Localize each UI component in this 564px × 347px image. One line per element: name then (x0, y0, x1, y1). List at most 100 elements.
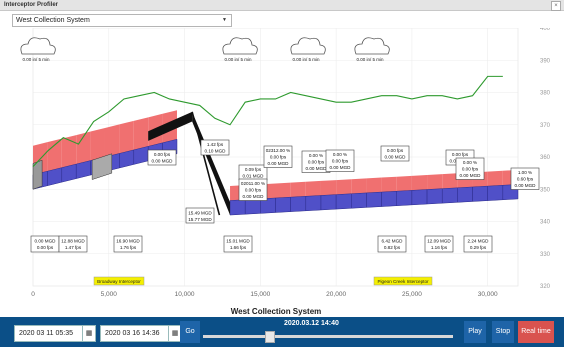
hgl-segment (119, 120, 134, 154)
flow-box-line: 12.88 MGD (61, 239, 85, 244)
hgl-segment (133, 117, 149, 150)
end-date-value: 2020 03 16 14:36 (105, 330, 160, 337)
flow-box-line: 0.00 fps (308, 160, 325, 165)
mid-flow-box: 15.49 MGD15.77 MGD (185, 207, 215, 224)
flow-box-line: 1.66 fps (230, 245, 247, 250)
play-button[interactable]: Play (464, 321, 486, 343)
flow-box-line: 2.24 MGD (468, 239, 490, 244)
flow-box-line: 15.77 MGD (188, 217, 212, 222)
window-titlebar: Interceptor Profiler × (0, 0, 564, 11)
x-tick-label: 0 (31, 291, 35, 298)
pipe-segment (472, 185, 488, 202)
flow-box-line: 02011.00 % (241, 181, 265, 186)
x-tick-label: 25,000 (402, 291, 422, 298)
x-axis-label: West Collection System (231, 307, 322, 316)
playback-bar: 2020 03 11 05:35 ▦ 2020 03 16 14:36 ▦ Go… (0, 317, 564, 347)
pipe-segment (411, 189, 428, 206)
flow-box-line: 12.09 MGD (427, 239, 451, 244)
hgl-segment (336, 179, 352, 195)
pipe-segment (290, 196, 307, 212)
hgl-segment (366, 177, 382, 193)
flow-box-line: 0.00 fps (387, 148, 404, 153)
time-slider-track[interactable] (203, 335, 453, 338)
flow-box: 16.90 MGD1.76 fps (113, 235, 143, 253)
x-tick-label: 10,000 (175, 291, 195, 298)
flow-box: 02312.00 % 0.00 fps0.00 MGD (263, 145, 293, 168)
hgl-segment (396, 175, 412, 192)
flow-box-line: 1.16 fps (431, 245, 448, 250)
hgl-segment (351, 178, 367, 194)
hgl-segment (320, 180, 337, 196)
flow-box: 12.88 MGD1.47 fps (58, 235, 88, 253)
flow-box: 0.00 % 0.00 fps0.00 MGD (325, 149, 355, 172)
y-tick-label: 380 (540, 91, 551, 97)
flow-box-line: 0.00 fps (462, 167, 479, 172)
end-date-input[interactable]: 2020 03 16 14:36 (100, 325, 170, 342)
flow-box: 15.01 MGD1.66 fps (223, 235, 253, 253)
flow-box-line: 0.00 fps (452, 152, 469, 157)
pipe-segment (366, 191, 382, 208)
flow-box: 0.00 fps 0.00 MGD (380, 145, 410, 162)
x-tick-label: 5,000 (101, 291, 118, 298)
window-title: Interceptor Profiler (4, 2, 59, 8)
flow-box-line: 0.82 fps (384, 245, 401, 250)
system-select-value: West Collection System (16, 17, 90, 24)
pipe-segment (426, 188, 443, 205)
realtime-button[interactable]: Real time (518, 321, 554, 343)
flow-box: 0.09 fps 0.01 MGD (238, 164, 268, 181)
hgl-segment (442, 173, 458, 189)
y-tick-label: 390 (540, 58, 551, 64)
current-time-label: 2020.03.12 14:40 (284, 320, 339, 327)
flow-box-line: 0.00 MGD (243, 194, 265, 199)
start-date-input[interactable]: 2020 03 11 05:35 (14, 325, 84, 342)
system-select[interactable]: West Collection System ▼ (12, 14, 232, 27)
hgl-segment (104, 124, 120, 157)
close-icon[interactable]: × (551, 1, 561, 11)
y-tick-label: 320 (540, 284, 551, 290)
flow-box-line: 6.42 MGD (382, 239, 404, 244)
flow-box-line: 0.00 MGD (306, 166, 328, 171)
flow-box-line: 0.09 fps (245, 167, 262, 172)
hgl-segment (305, 180, 321, 197)
interceptor-tag: Broadway Interceptor (93, 276, 145, 286)
pipe-segment (320, 194, 337, 211)
x-tick-labels: 0 5,000 10,000 15,000 20,000 25,000 30,000 (31, 291, 498, 298)
pipe-segment (457, 186, 473, 203)
flow-box-line: 02312.00 % (266, 148, 291, 153)
time-slider-thumb[interactable] (265, 331, 275, 343)
flow-box-line: 0.29 fps (470, 245, 487, 250)
pipe-segment (229, 199, 246, 216)
y-tick-label: 360 (540, 155, 551, 161)
x-tick-label: 30,000 (478, 291, 498, 298)
flow-box-line: 0.00 fps (332, 159, 349, 164)
flow-box: 6.42 MGD0.82 fps (377, 235, 407, 253)
tag-label: Broadway Interceptor (97, 279, 141, 284)
flow-box: 1.00 % 0.60 fps0.00 MGD (510, 167, 540, 190)
flow-box-line: 0.00 MGD (35, 239, 57, 244)
flow-box-line: 0.01 MGD (243, 174, 265, 179)
flow-box-line: 0.00 fps (154, 152, 171, 157)
pipe-segment (487, 184, 504, 201)
calendar-icon[interactable]: ▦ (82, 325, 96, 342)
y-tick-labels: 320 330 340 350 360 370 380 390 400 (540, 28, 551, 290)
flow-box-line: 0.60 fps (517, 177, 534, 182)
stop-button[interactable]: Stop (492, 321, 514, 343)
flow-box-line: 0.00 MGD (330, 165, 352, 170)
pipe-segment (335, 193, 352, 210)
flow-box-line: 1.00 % (518, 170, 532, 175)
pipe-segment (244, 198, 261, 215)
go-button[interactable]: Go (180, 321, 200, 343)
flow-box-line: 0.00 MGD (385, 155, 407, 160)
flow-box: 2.24 MGD0.29 fps (463, 235, 493, 253)
flow-box-line: 1.42 fps (207, 142, 224, 147)
y-tick-label: 330 (540, 252, 551, 258)
flow-box-line: 0.00 MGD (515, 183, 537, 188)
y-tick-label: 370 (540, 123, 551, 129)
flow-box: 0.00 fps 0.00 MGD (147, 149, 177, 166)
flow-box-line: 16.90 MGD (116, 239, 140, 244)
flow-box-line: 0.00 % (463, 160, 477, 165)
hgl-segment (381, 176, 397, 193)
hgl-segment (47, 138, 62, 172)
y-tick-label: 340 (540, 220, 551, 226)
start-date-value: 2020 03 11 05:35 (19, 330, 73, 337)
